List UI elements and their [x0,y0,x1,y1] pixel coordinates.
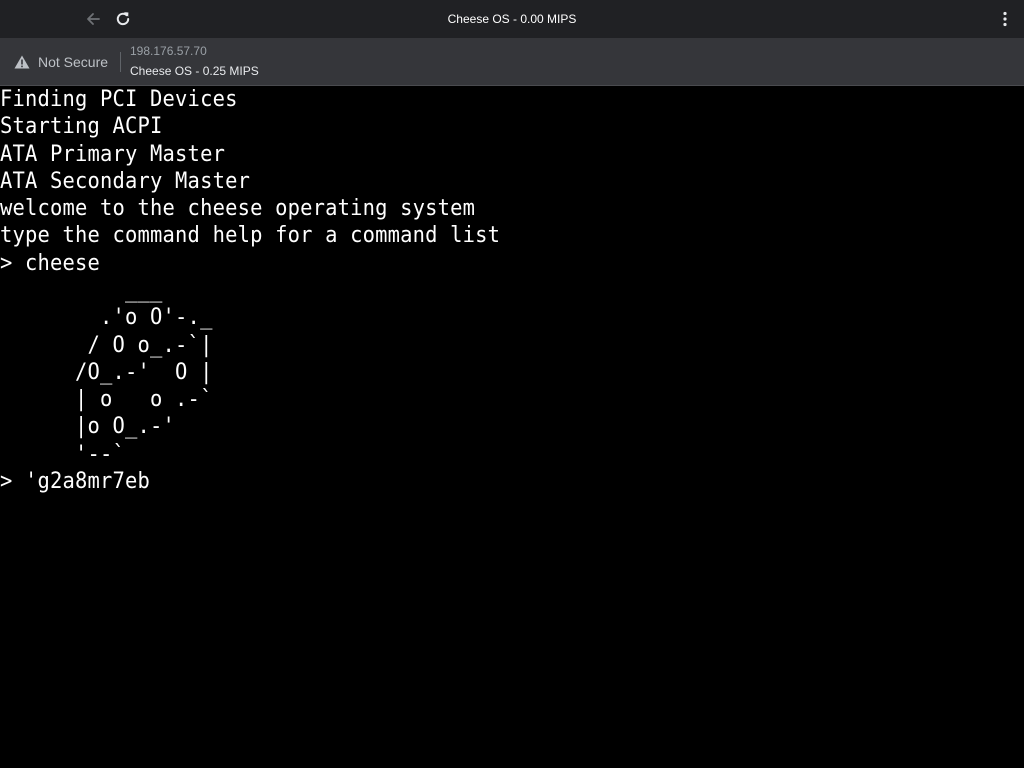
browser-title-bar: Cheese OS - 0.00 MIPS [0,0,1024,38]
arrow-left-icon [87,13,100,25]
reload-button[interactable] [110,7,136,31]
cheese-ascii-art: ___ .'o O'-._ / O o_.-`| /O_.-' O | | o … [75,278,213,467]
browser-menu-button[interactable] [994,8,1016,30]
page-title: Cheese OS - 0.25 MIPS [130,64,259,78]
terminal-screen[interactable]: Finding PCI Devices Starting ACPI ATA Pr… [0,86,1024,768]
address-bar: Not Secure 198.176.57.70 Cheese OS - 0.2… [0,38,1024,86]
more-vert-icon [1003,11,1007,27]
security-indicator[interactable]: Not Secure [14,50,108,74]
boot-log: Finding PCI Devices Starting ACPI ATA Pr… [0,87,501,276]
warning-triangle-icon [14,55,30,69]
command-prompt[interactable]: > 'g2a8mr7eb [0,468,150,495]
security-label: Not Secure [38,54,109,70]
back-button[interactable] [80,7,106,31]
reload-icon [116,12,130,26]
address-divider [120,52,121,72]
tab-title: Cheese OS - 0.00 MIPS [447,12,577,26]
url-text[interactable]: 198.176.57.70 [130,44,207,58]
